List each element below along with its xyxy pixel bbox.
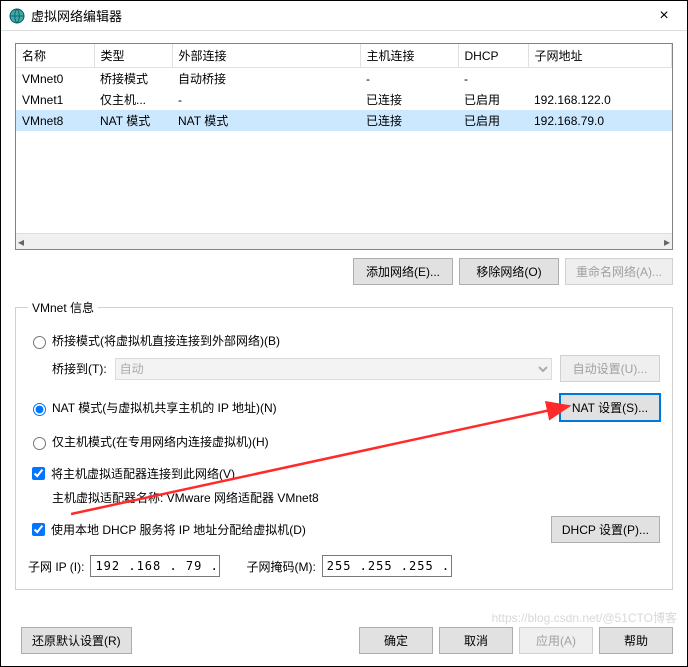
subnet-mask-label: 子网掩码(M): xyxy=(246,558,315,575)
col-ext[interactable]: 外部连接 xyxy=(172,44,360,68)
dialog-button-bar: 还原默认设置(R) 确定 取消 应用(A) 帮助 xyxy=(15,627,673,654)
bridge-mode-radio[interactable] xyxy=(33,336,46,349)
add-network-button[interactable]: 添加网络(E)... xyxy=(353,258,453,285)
subnet-mask-input[interactable] xyxy=(322,555,452,577)
bridge-to-label: 桥接到(T): xyxy=(52,360,107,377)
rename-network-button: 重命名网络(A)... xyxy=(565,258,673,285)
table-row[interactable]: VMnet1仅主机...-已连接已启用192.168.122.0 xyxy=(16,89,672,110)
dhcp-label: 使用本地 DHCP 服务将 IP 地址分配给虚拟机(D) xyxy=(51,521,306,538)
restore-defaults-button[interactable]: 还原默认设置(R) xyxy=(21,627,132,654)
title-bar: 虚拟网络编辑器 × xyxy=(1,1,687,31)
watermark: https://blog.csdn.net/@51CTO博客 xyxy=(492,609,677,626)
col-name[interactable]: 名称 xyxy=(16,44,94,68)
network-table[interactable]: 名称 类型 外部连接 主机连接 DHCP 子网地址 VMnet0桥接模式自动桥接… xyxy=(15,43,673,250)
nat-mode-label: NAT 模式(与虚拟机共享主机的 IP 地址)(N) xyxy=(52,399,277,416)
nat-mode-radio[interactable] xyxy=(33,403,46,416)
host-adapter-name: 主机虚拟适配器名称: VMware 网络适配器 VMnet8 xyxy=(52,489,660,506)
dhcp-checkbox[interactable] xyxy=(32,523,45,536)
ok-button[interactable]: 确定 xyxy=(359,627,433,654)
hostonly-mode-label: 仅主机模式(在专用网络内连接虚拟机)(H) xyxy=(52,433,269,450)
dhcp-settings-button[interactable]: DHCP 设置(P)... xyxy=(551,516,660,543)
window-title: 虚拟网络编辑器 xyxy=(31,6,122,25)
fieldset-legend: VMnet 信息 xyxy=(28,299,98,316)
host-adapter-label: 将主机虚拟适配器连接到此网络(V) xyxy=(51,465,235,482)
apply-button: 应用(A) xyxy=(519,627,593,654)
nat-settings-button[interactable]: NAT 设置(S)... xyxy=(560,394,660,421)
bridge-to-select: 自动 xyxy=(115,358,552,380)
close-icon[interactable]: × xyxy=(649,7,679,25)
hostonly-mode-radio[interactable] xyxy=(33,437,46,450)
col-host[interactable]: 主机连接 xyxy=(360,44,458,68)
col-type[interactable]: 类型 xyxy=(94,44,172,68)
help-button[interactable]: 帮助 xyxy=(599,627,673,654)
vmnet-info-fieldset: VMnet 信息 桥接模式(将虚拟机直接连接到外部网络)(B) 桥接到(T): … xyxy=(15,299,673,590)
bridge-mode-label: 桥接模式(将虚拟机直接连接到外部网络)(B) xyxy=(52,332,280,349)
horizontal-scrollbar[interactable]: ◂▸ xyxy=(16,233,672,249)
network-icon xyxy=(9,8,25,24)
remove-network-button[interactable]: 移除网络(O) xyxy=(459,258,559,285)
scroll-left-icon[interactable]: ◂ xyxy=(18,235,24,249)
table-empty-area xyxy=(16,131,672,233)
table-row[interactable]: VMnet8NAT 模式NAT 模式已连接已启用192.168.79.0 xyxy=(16,110,672,131)
subnet-ip-input[interactable] xyxy=(90,555,220,577)
scroll-right-icon[interactable]: ▸ xyxy=(664,235,670,249)
cancel-button[interactable]: 取消 xyxy=(439,627,513,654)
auto-bridge-button: 自动设置(U)... xyxy=(560,355,660,382)
col-subnet[interactable]: 子网地址 xyxy=(528,44,672,68)
col-dhcp[interactable]: DHCP xyxy=(458,44,528,68)
table-row[interactable]: VMnet0桥接模式自动桥接-- xyxy=(16,68,672,90)
subnet-ip-label: 子网 IP (I): xyxy=(28,558,84,575)
host-adapter-checkbox[interactable] xyxy=(32,467,45,480)
